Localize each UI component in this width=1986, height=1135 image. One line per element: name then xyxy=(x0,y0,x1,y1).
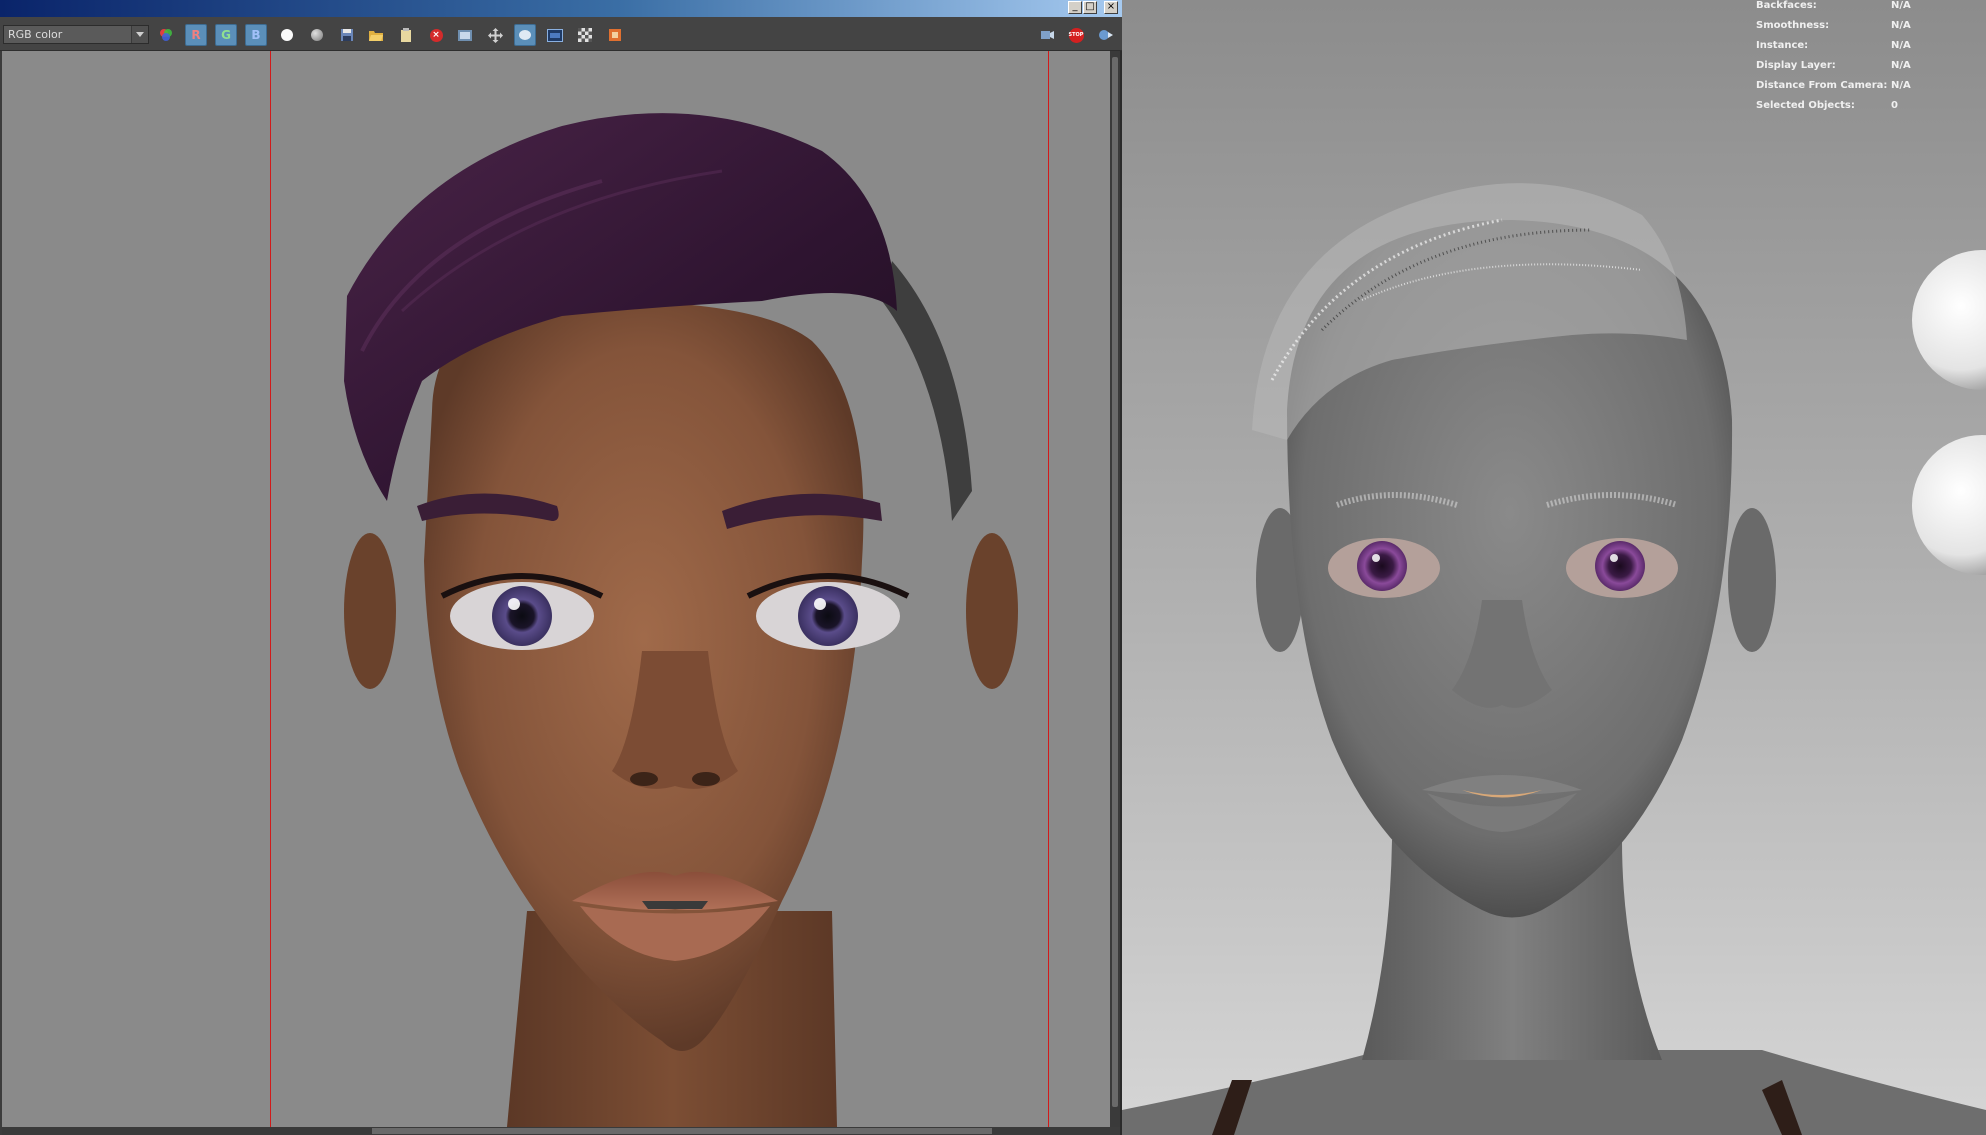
checker-icon xyxy=(578,28,592,42)
viewport-model-preview xyxy=(1122,183,1986,1135)
blue-channel-button[interactable]: B xyxy=(245,24,267,46)
chevron-down-icon[interactable] xyxy=(131,26,148,43)
render-region-icon xyxy=(609,29,621,41)
hud-value: N/A xyxy=(1891,20,1911,31)
render-view-window: _ □ × RGB color R G B × STOP xyxy=(0,0,1122,1135)
maximize-button[interactable]: □ xyxy=(1083,1,1097,14)
red-channel-icon: R xyxy=(191,28,201,42)
stop-render-icon: STOP xyxy=(1068,27,1084,43)
scene-viewport[interactable] xyxy=(1122,0,1986,1135)
snapshot-button[interactable] xyxy=(454,24,476,46)
vertical-scrollbar-thumb[interactable] xyxy=(1112,57,1118,1107)
render-view-toolbar: RGB color R G B × STOP xyxy=(0,17,1122,51)
green-channel-button[interactable]: G xyxy=(215,24,237,46)
color-channels-icon[interactable] xyxy=(155,24,177,46)
render-icon xyxy=(1041,31,1054,39)
red-channel-button[interactable]: R xyxy=(185,24,207,46)
render-view-title-bar[interactable]: _ □ × xyxy=(0,0,1122,17)
open-image-button[interactable] xyxy=(365,24,387,46)
region-render-icon xyxy=(519,30,531,40)
channel-select-value: RGB color xyxy=(8,28,63,41)
channel-select[interactable]: RGB color xyxy=(3,25,149,44)
framebuffer-button[interactable] xyxy=(544,24,566,46)
snapshot-icon xyxy=(458,29,472,41)
green-channel-icon: G xyxy=(221,28,231,42)
hud-key: Display Layer: xyxy=(1756,60,1836,71)
hud-value: 0 xyxy=(1891,100,1898,111)
hud-key: Selected Objects: xyxy=(1756,100,1855,111)
blue-channel-icon: B xyxy=(251,28,261,42)
region-render-button[interactable] xyxy=(514,24,536,46)
alpha-white-button[interactable] xyxy=(276,24,298,46)
render-region-settings-button[interactable] xyxy=(604,24,626,46)
horizontal-scrollbar[interactable] xyxy=(2,1127,1110,1135)
minimize-button[interactable]: _ xyxy=(1068,1,1082,14)
pan-button[interactable] xyxy=(484,24,506,46)
rendered-portrait-image xyxy=(2,51,1110,1127)
open-folder-icon xyxy=(369,30,383,41)
render-image-area[interactable] xyxy=(2,51,1110,1127)
save-image-icon xyxy=(341,29,353,41)
framebuffer-icon xyxy=(547,28,563,42)
render-region-left-line[interactable] xyxy=(270,51,271,1127)
stop-icon: × xyxy=(429,28,443,42)
stop-render-button[interactable]: STOP xyxy=(1065,24,1087,46)
hud-value: N/A xyxy=(1891,60,1911,71)
hud-key: Distance From Camera: xyxy=(1756,80,1888,91)
ipr-icon xyxy=(1099,30,1113,40)
hud-value: N/A xyxy=(1891,0,1911,11)
grey-sphere-icon xyxy=(311,29,323,41)
keep-image-button[interactable] xyxy=(395,24,417,46)
heads-up-display: Backfaces: N/A Smoothness: N/A Instance:… xyxy=(1756,0,1986,120)
vertical-scrollbar[interactable] xyxy=(1110,51,1120,1127)
hud-key: Smoothness: xyxy=(1756,20,1830,31)
hud-value: N/A xyxy=(1891,40,1911,51)
checker-background-button[interactable] xyxy=(574,24,596,46)
clipboard-icon xyxy=(401,28,411,42)
save-image-button[interactable] xyxy=(336,24,358,46)
luminance-button[interactable] xyxy=(306,24,328,46)
hud-key: Backfaces: xyxy=(1756,0,1817,11)
render-button[interactable] xyxy=(1036,24,1058,46)
hud-key: Instance: xyxy=(1756,40,1809,51)
ipr-button[interactable] xyxy=(1095,24,1117,46)
remove-image-button[interactable]: × xyxy=(425,24,447,46)
close-button[interactable]: × xyxy=(1104,1,1118,14)
white-circle-icon xyxy=(281,29,293,41)
hud-value: N/A xyxy=(1891,80,1911,91)
move-icon xyxy=(487,27,503,43)
render-region-right-line[interactable] xyxy=(1048,51,1049,1127)
horizontal-scrollbar-thumb[interactable] xyxy=(372,1128,992,1134)
